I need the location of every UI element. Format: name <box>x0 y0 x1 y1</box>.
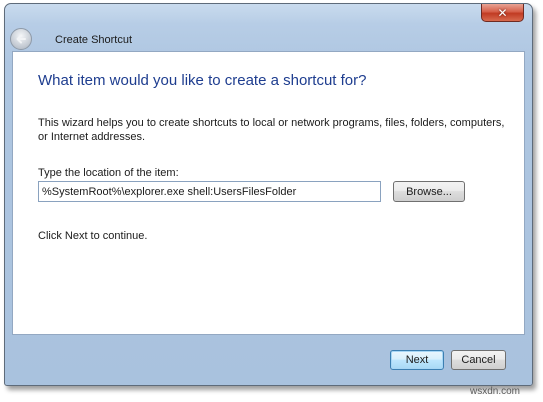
next-button[interactable]: Next <box>390 350 444 370</box>
window-title: Create Shortcut <box>55 34 133 46</box>
screenshot-stage: Create Shortcut ✕ What item would you li… <box>0 0 543 402</box>
continue-instruction: Click Next to continue. <box>38 230 148 242</box>
title-bar: Create Shortcut ✕ <box>5 4 532 52</box>
wizard-description: This wizard helps you to create shortcut… <box>38 117 505 143</box>
cancel-button[interactable]: Cancel <box>451 350 506 370</box>
location-input[interactable] <box>38 181 381 202</box>
wizard-content-panel: What item would you like to create a sho… <box>12 51 525 335</box>
close-button[interactable]: ✕ <box>481 4 524 22</box>
watermark: wsxdn.com <box>470 386 521 397</box>
back-button[interactable] <box>10 28 32 50</box>
browse-button[interactable]: Browse... <box>393 181 465 202</box>
close-icon: ✕ <box>497 5 508 20</box>
wizard-heading: What item would you like to create a sho… <box>38 72 367 89</box>
create-shortcut-window: Create Shortcut ✕ What item would you li… <box>4 3 533 386</box>
location-label: Type the location of the item: <box>38 167 179 179</box>
back-arrow-icon <box>16 34 26 44</box>
